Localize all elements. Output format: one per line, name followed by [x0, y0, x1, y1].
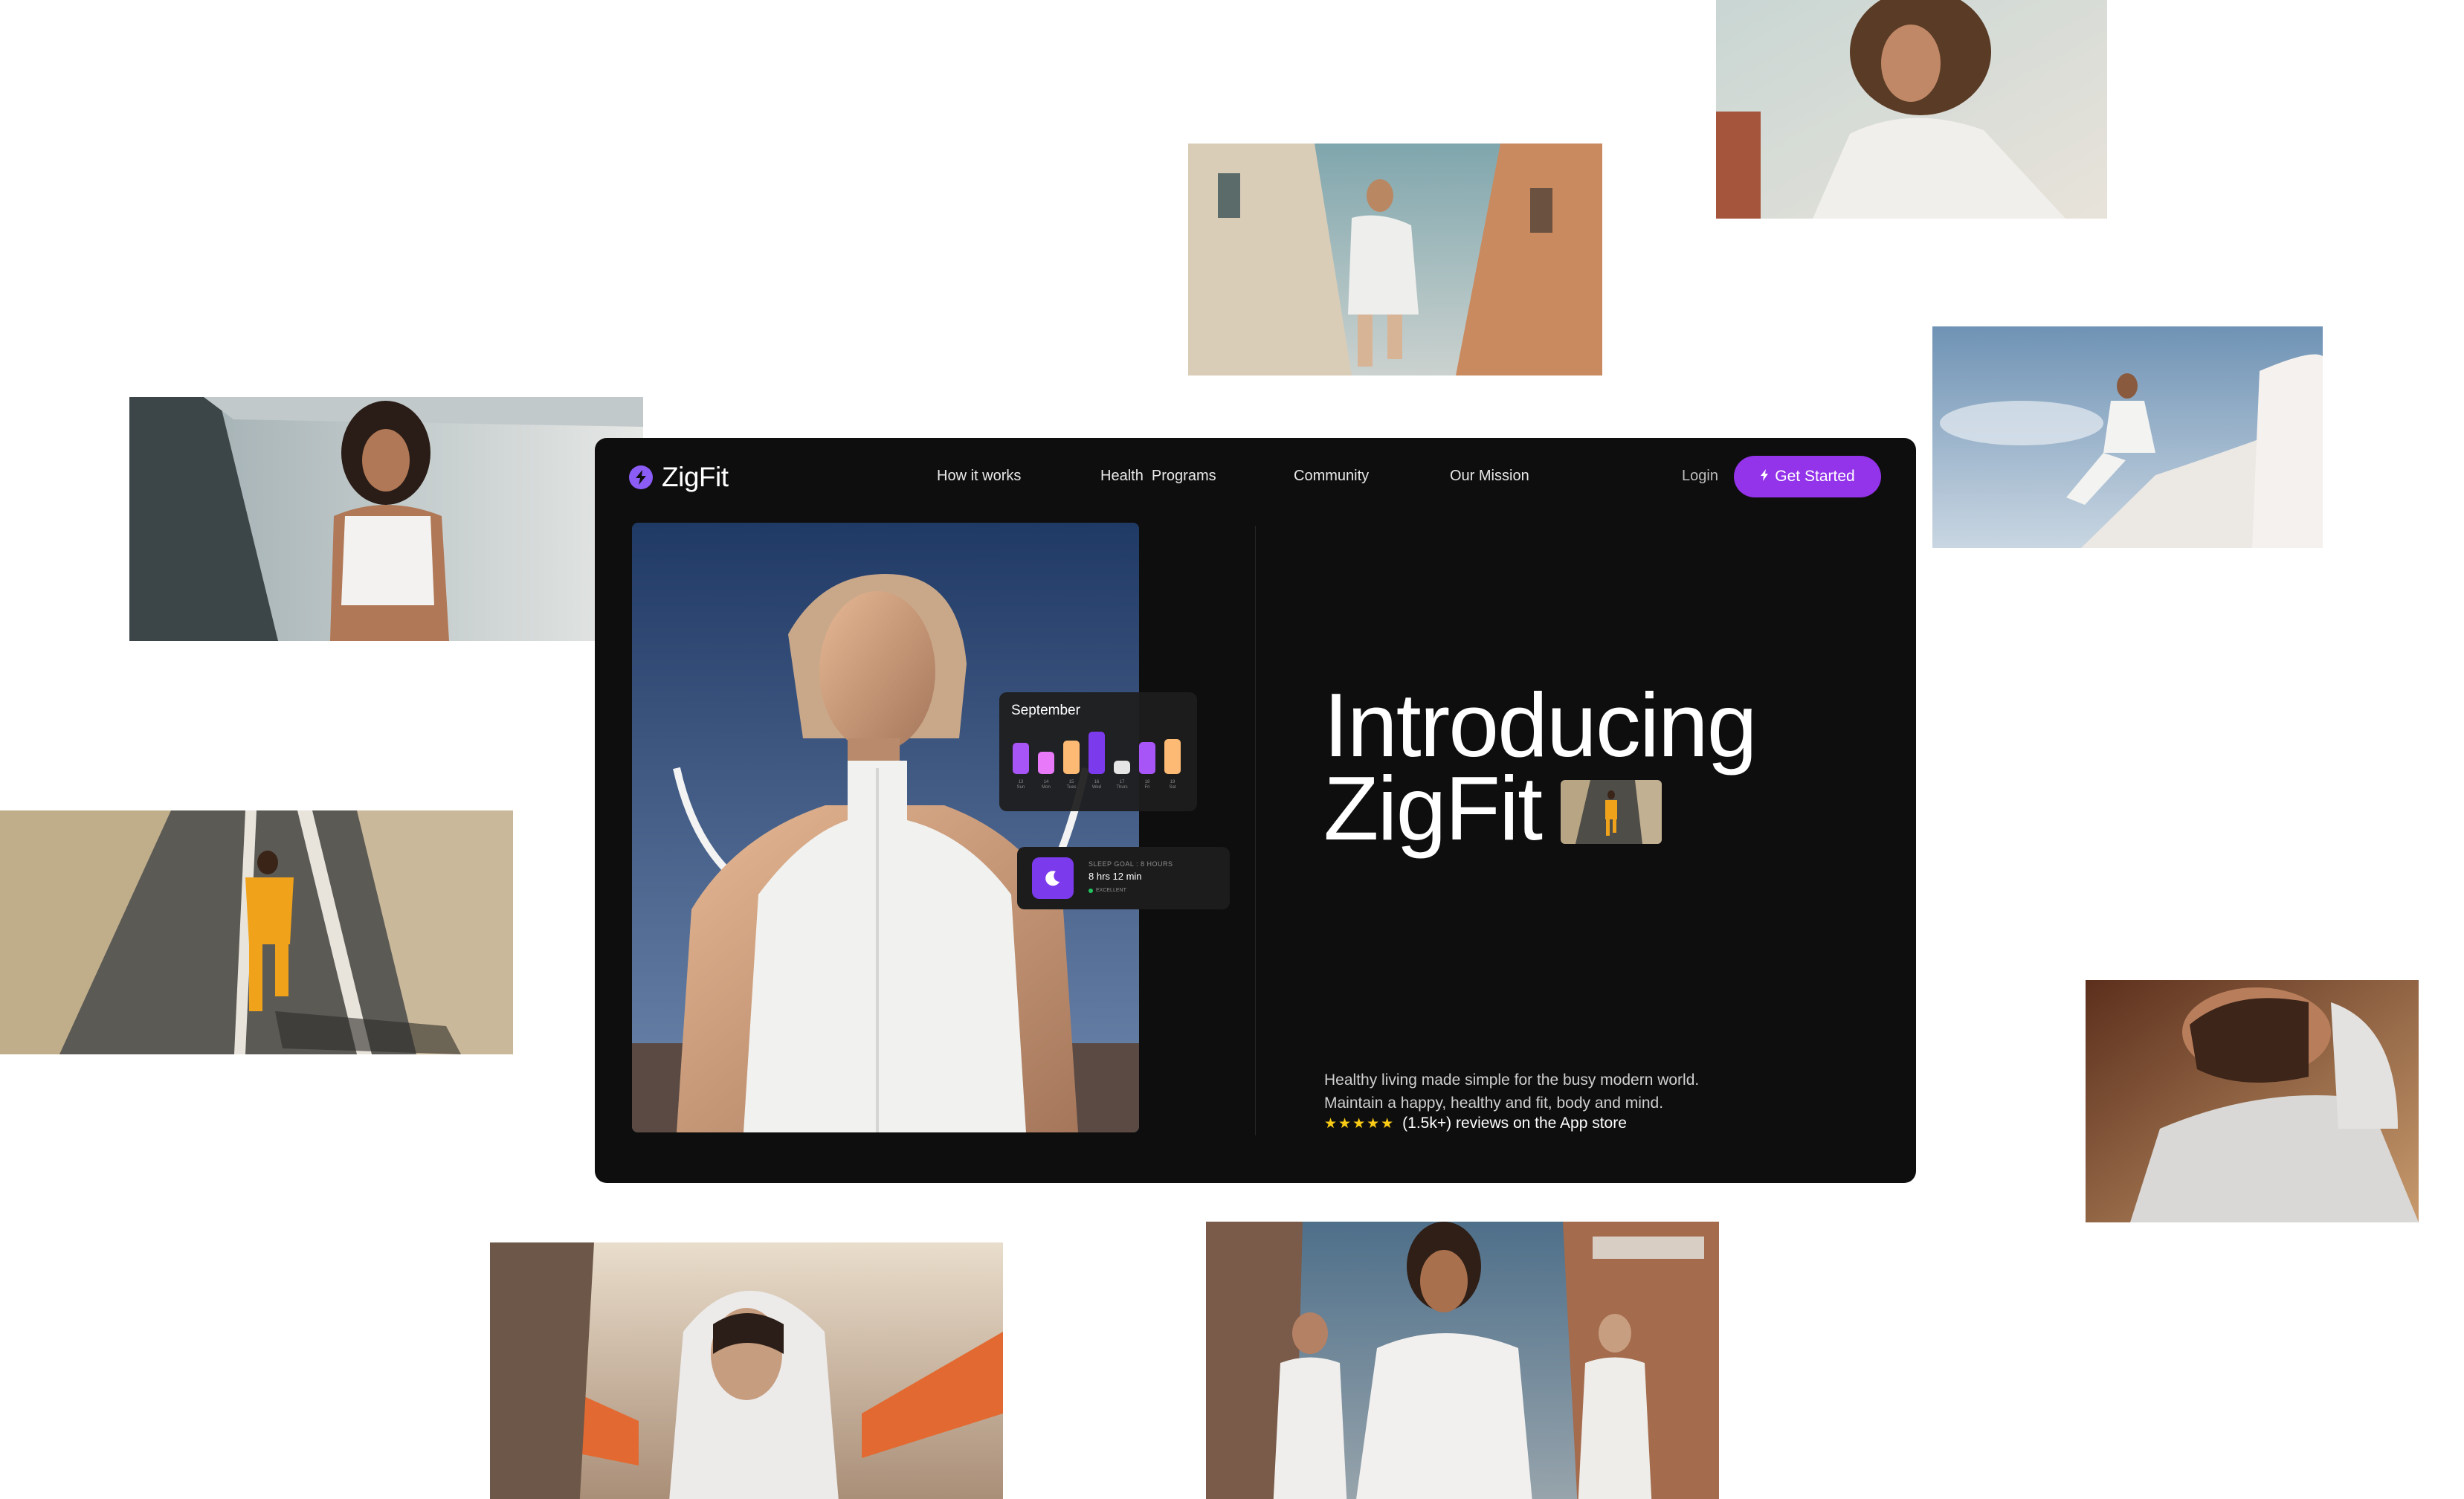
sleep-bar-label: 17 Thurs: [1116, 780, 1128, 790]
nav-link-our-mission[interactable]: Our Mission: [1450, 468, 1529, 485]
sleep-bar: [1139, 742, 1155, 774]
sleep-bar: [1013, 743, 1029, 774]
hero-headline-line2: ZigFit: [1323, 758, 1543, 859]
get-started-button[interactable]: Get Started: [1734, 456, 1881, 497]
hero-tagline-line2: Maintain a happy, healthy and fit, body …: [1324, 1095, 1664, 1112]
status-dot: [1089, 888, 1093, 893]
photo-woman-sitting-rooftop: [1932, 326, 2323, 548]
sleep-goal-card: SLEEP GOAL : 8 HOURS 8 hrs 12 min EXCELL…: [1017, 847, 1230, 909]
moon-icon: [1032, 857, 1074, 899]
photo-man-running-street: [1188, 144, 1602, 375]
photo-group-white-outfits: [1206, 1222, 1719, 1499]
nav-link-how-it-works[interactable]: How it works: [937, 468, 1021, 485]
reviews-text: (1.5k+) reviews on the App store: [1402, 1115, 1627, 1132]
sleep-bar-label: 14 Mon: [1042, 780, 1051, 790]
sleep-bar: [1038, 752, 1054, 774]
sleep-bar-label: 19 Sat: [1169, 780, 1176, 790]
sleep-bar: [1164, 739, 1181, 774]
sleep-bar-label: 13 Sun: [1016, 780, 1025, 790]
get-started-label: Get Started: [1775, 468, 1855, 485]
login-link[interactable]: Login: [1682, 468, 1718, 485]
photo-woman-curly-hair: [1716, 0, 2107, 219]
photo-man-relaxing-hoodie: [2086, 980, 2419, 1222]
hero-photo-woman: [632, 523, 1139, 1132]
sleep-goal-value: 8 hrs 12 min: [1089, 871, 1142, 882]
sleep-goal-caption: SLEEP GOAL : 8 HOURS: [1089, 860, 1173, 868]
bolt-icon: [1760, 468, 1769, 486]
sleep-goal-status: EXCELLENT: [1089, 888, 1126, 893]
sleep-chart-card: September 13 Sun 14 Mon 15 Tues 16 Wed 17 Th…: [999, 692, 1197, 811]
sleep-bar: [1089, 732, 1105, 774]
brand-logo[interactable]: ZigFit: [629, 462, 729, 493]
photo-woman-hooded-city: [490, 1242, 1003, 1499]
hero-tagline: Healthy living made simple for the busy …: [1324, 1068, 1699, 1115]
photo-woman-walkway: [129, 397, 643, 641]
hero-headline-line2-row: ZigFit: [1323, 758, 1756, 859]
hero-headline: Introducing ZigFit: [1323, 674, 1758, 859]
sleep-bar: [1114, 761, 1130, 774]
app-window: ZigFit How it works Health Programs Comm…: [595, 438, 1916, 1183]
hero-headline-line1: Introducing: [1323, 674, 1758, 776]
sleep-bar-label: 15 Tues: [1066, 780, 1077, 790]
reviews-row: ★★★★★ (1.5k+) reviews on the App store: [1324, 1115, 1627, 1132]
photo-runner-yellow-track: [0, 810, 513, 1054]
rating-stars: ★★★★★: [1324, 1115, 1396, 1132]
sleep-bar: [1063, 741, 1080, 774]
bolt-icon: [629, 465, 653, 489]
brand-name: ZigFit: [662, 462, 729, 492]
sleep-bar-label: 18 Fri: [1144, 780, 1150, 790]
hero-tagline-line1: Healthy living made simple for the busy …: [1324, 1071, 1700, 1089]
sleep-chart-bars: [1013, 729, 1185, 774]
headline-thumbnail-runner: [1561, 780, 1662, 844]
sleep-chart-title: September: [1011, 703, 1080, 718]
nav-link-community[interactable]: Community: [1294, 468, 1369, 485]
nav-link-health-programs[interactable]: Health Programs: [1100, 468, 1216, 485]
sleep-goal-status-label: EXCELLENT: [1096, 888, 1126, 893]
top-nav: ZigFit How it works Health Programs Comm…: [595, 438, 1916, 520]
vertical-divider: [1255, 526, 1256, 1135]
sleep-bar-label: 16 Wed: [1091, 780, 1102, 790]
